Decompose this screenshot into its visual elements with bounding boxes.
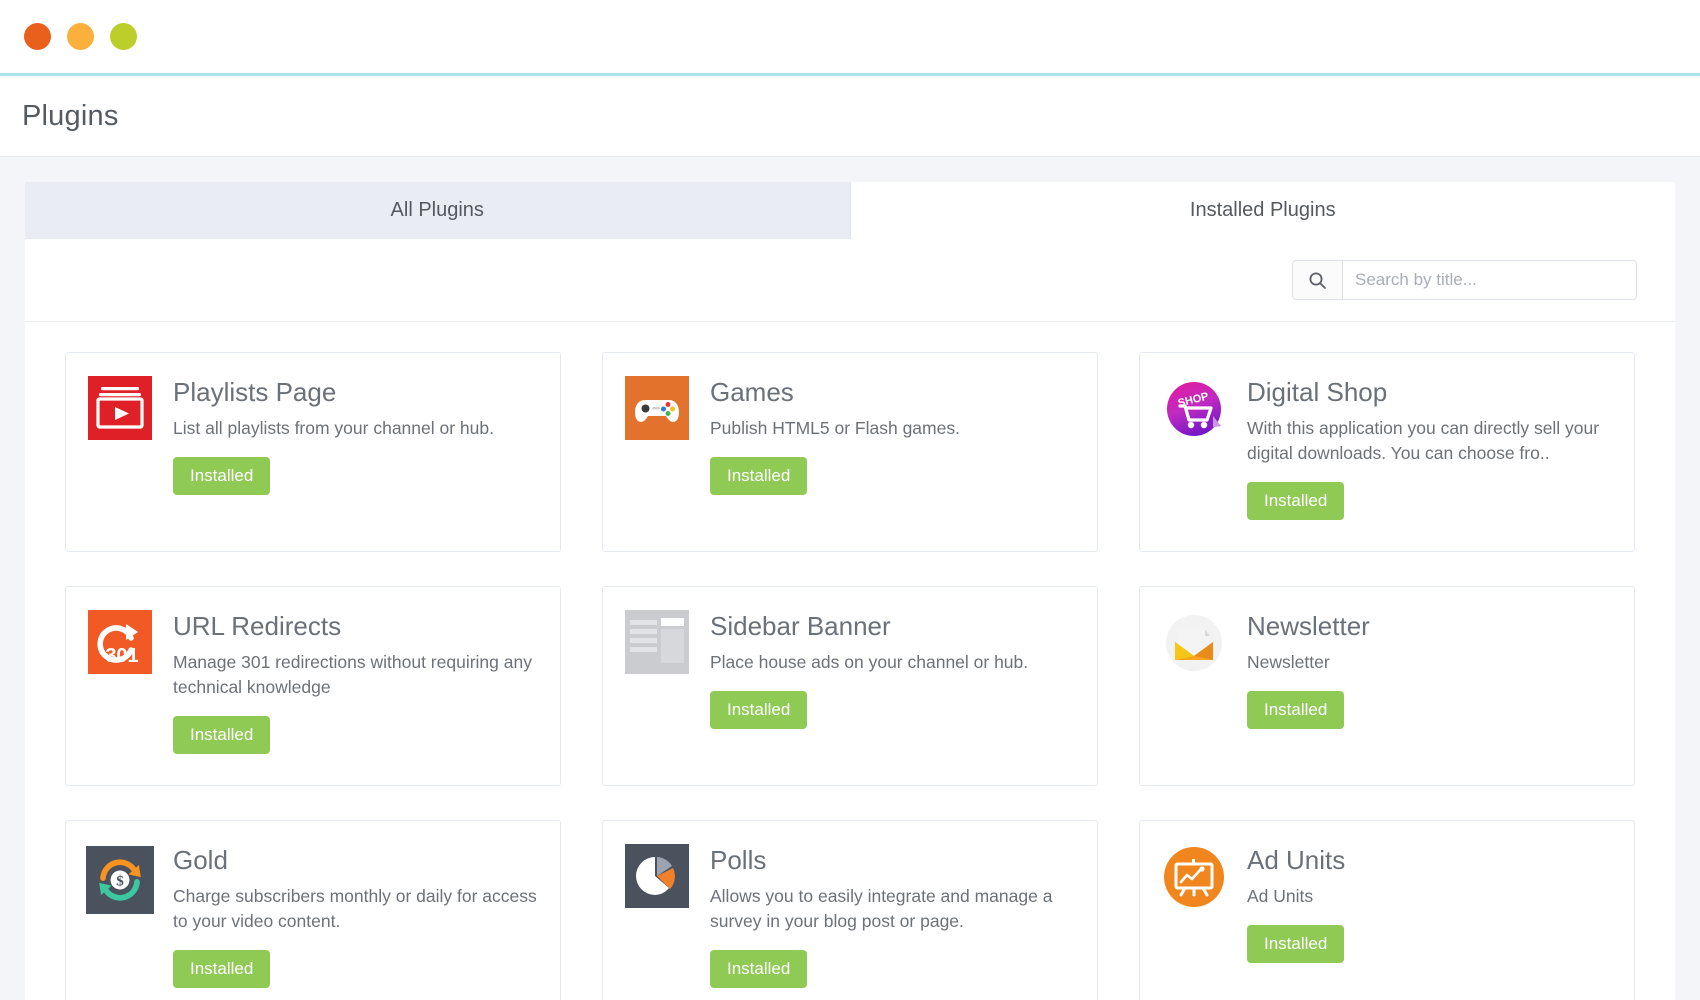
installed-button[interactable]: Installed (173, 457, 270, 495)
window-titlebar (0, 0, 1700, 76)
plugin-card-polls[interactable]: Polls Allows you to easily integrate and… (602, 820, 1098, 1000)
gold-dollar-refresh-icon: $ (86, 844, 154, 912)
plugin-name: Playlists Page (173, 378, 538, 408)
plugin-description: Newsletter (1247, 650, 1612, 675)
polls-pie-chart-icon (623, 844, 691, 912)
page-title: Plugins (22, 100, 119, 133)
plugin-card-games[interactable]: Games Publish HTML5 or Flash games. Inst… (602, 352, 1098, 552)
plugin-body: Digital Shop With this application you c… (1247, 376, 1612, 525)
tab-bar: All Plugins Installed Plugins (25, 182, 1675, 239)
plugin-name: Gold (173, 846, 538, 876)
tab-all-plugins[interactable]: All Plugins (25, 182, 851, 239)
installed-button[interactable]: Installed (173, 950, 270, 988)
plugin-name: Games (710, 378, 1075, 408)
plugin-card-url-redirects[interactable]: 301 URL Redirects Manage 301 redirection… (65, 586, 561, 786)
page-header: Plugins (0, 76, 1700, 157)
plugin-name: Polls (710, 846, 1075, 876)
plugin-card-newsletter[interactable]: Newsletter Newsletter Installed (1139, 586, 1635, 786)
sidebar-banner-layout-icon (623, 610, 691, 678)
ad-units-board-icon (1160, 844, 1228, 912)
plugin-body: Newsletter Newsletter Installed (1247, 610, 1612, 759)
plugin-card-ad-units[interactable]: Ad Units Ad Units Installed (1139, 820, 1635, 1000)
installed-button[interactable]: Installed (1247, 925, 1344, 963)
url-redirects-301-icon: 301 (86, 610, 154, 678)
plugin-body: Playlists Page List all playlists from y… (173, 376, 538, 525)
tab-installed-plugins[interactable]: Installed Plugins (851, 182, 1676, 239)
minimize-button[interactable] (67, 23, 94, 50)
plugin-name: Ad Units (1247, 846, 1612, 876)
maximize-button[interactable] (110, 23, 137, 50)
search-row (25, 239, 1675, 322)
installed-button[interactable]: Installed (710, 950, 807, 988)
plugin-name: Sidebar Banner (710, 612, 1075, 642)
plugin-card-sidebar-banner[interactable]: Sidebar Banner Place house ads on your c… (602, 586, 1098, 786)
playlists-page-icon (86, 376, 154, 444)
plugins-panel: All Plugins Installed Plugins (25, 182, 1675, 1000)
search-icon[interactable] (1292, 260, 1342, 300)
installed-button[interactable]: Installed (710, 457, 807, 495)
search-input[interactable] (1342, 260, 1637, 300)
plugin-body: URL Redirects Manage 301 redirections wi… (173, 610, 538, 759)
plugin-description: Publish HTML5 or Flash games. (710, 416, 1075, 441)
installed-button[interactable]: Installed (1247, 691, 1344, 729)
plugin-body: Polls Allows you to easily integrate and… (710, 844, 1075, 993)
plugin-card-gold[interactable]: $ Gold Charge subscribers monthly or dai… (65, 820, 561, 1000)
plugin-description: List all playlists from your channel or … (173, 416, 538, 441)
svg-text:301: 301 (105, 645, 138, 667)
plugin-body: Ad Units Ad Units Installed (1247, 844, 1612, 993)
close-button[interactable] (24, 23, 51, 50)
plugin-body: Sidebar Banner Place house ads on your c… (710, 610, 1075, 759)
plugin-description: With this application you can directly s… (1247, 416, 1612, 466)
window-controls (24, 23, 137, 50)
plugin-card-playlists-page[interactable]: Playlists Page List all playlists from y… (65, 352, 561, 552)
plugin-body: Games Publish HTML5 or Flash games. Inst… (710, 376, 1075, 525)
plugin-name: Newsletter (1247, 612, 1612, 642)
digital-shop-cart-icon: SHOP (1160, 376, 1228, 444)
games-gamepad-icon (623, 376, 691, 444)
installed-button[interactable]: Installed (710, 691, 807, 729)
plugin-name: URL Redirects (173, 612, 538, 642)
search-group (1292, 260, 1637, 300)
installed-button[interactable]: Installed (173, 716, 270, 754)
plugin-description: Place house ads on your channel or hub. (710, 650, 1075, 675)
plugin-body: Gold Charge subscribers monthly or daily… (173, 844, 538, 993)
content-area: All Plugins Installed Plugins (0, 157, 1700, 1000)
plugin-description: Charge subscribers monthly or daily for … (173, 884, 538, 934)
plugin-description: Allows you to easily integrate and manag… (710, 884, 1075, 934)
plugin-description: Ad Units (1247, 884, 1612, 909)
svg-text:$: $ (116, 874, 124, 890)
newsletter-envelope-icon (1160, 610, 1228, 678)
installed-button[interactable]: Installed (1247, 482, 1344, 520)
tab-all-plugins-label: All Plugins (391, 199, 484, 222)
plugin-grid: Playlists Page List all playlists from y… (25, 322, 1675, 1000)
plugin-card-digital-shop[interactable]: SHOP Digital Shop With this application … (1139, 352, 1635, 552)
plugin-name: Digital Shop (1247, 378, 1612, 408)
plugin-description: Manage 301 redirections without requirin… (173, 650, 538, 700)
tab-installed-plugins-label: Installed Plugins (1190, 199, 1336, 222)
